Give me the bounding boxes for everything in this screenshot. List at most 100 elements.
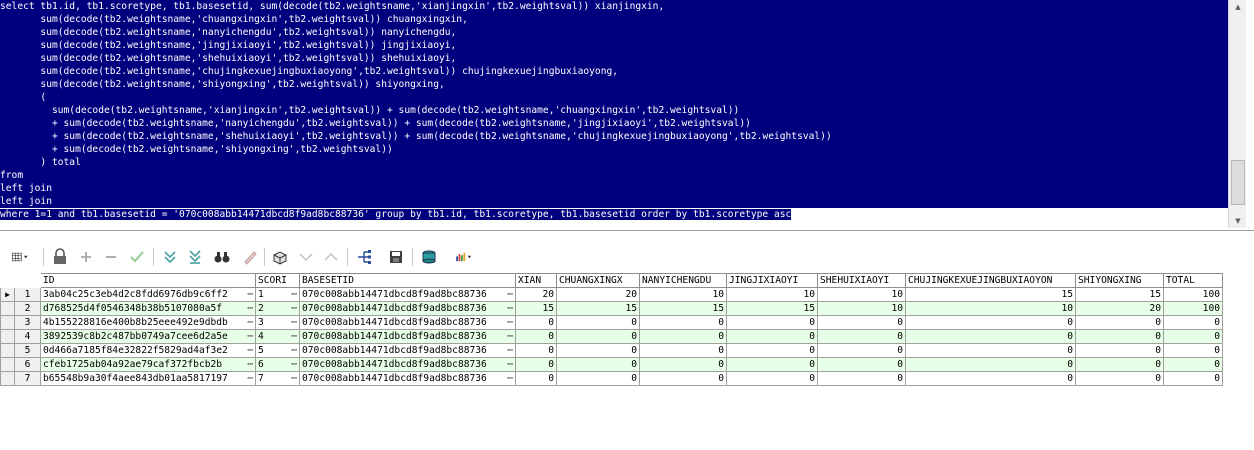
add-record-icon[interactable]: [76, 247, 96, 267]
cell-jingjixiaoyi[interactable]: 0: [726, 371, 818, 386]
column-header-chujingkexuejingbuxiaoyong[interactable]: CHUJINGKEXUEJINGBUXIAOYON: [905, 273, 1076, 288]
cell-shiyongxing[interactable]: 0: [1075, 357, 1164, 372]
table-row[interactable]: 6 ⋯ cfeb1725ab04a92ae79caf372fbcb2b ⋯ 6 ⋯ 070c…: [0, 357, 1223, 372]
table-row[interactable]: 5 ⋯ 0d466a7185f84e32822f5829ad4af3e2 ⋯ 5 ⋯ 070…: [0, 343, 1223, 358]
cell-chuangxingxin[interactable]: 0: [556, 357, 640, 372]
cell-edit-ellipsis-icon[interactable]: ⋯: [247, 373, 253, 385]
cell-nanyichengdu[interactable]: 0: [639, 329, 727, 344]
cell-chujingkexuejingbuxiaoyong[interactable]: 0: [905, 357, 1076, 372]
cell-edit-ellipsis-icon[interactable]: ⋯: [507, 317, 513, 329]
cell-shiyongxing[interactable]: 0: [1075, 329, 1164, 344]
cell-chujingkexuejingbuxiaoyong[interactable]: 0: [905, 343, 1076, 358]
cell-id[interactable]: ⋯ cfeb1725ab04a92ae79caf372fbcb2b: [40, 357, 256, 372]
cell-chuangxingxin[interactable]: 15: [556, 301, 640, 316]
cell-basesetid[interactable]: ⋯ 070c008abb14471dbcd8f9ad8bc88736: [299, 287, 516, 302]
row-indicator[interactable]: [0, 329, 15, 344]
cell-xianjingxin[interactable]: 0: [515, 371, 557, 386]
cell-shehuixiaoyi[interactable]: 0: [817, 371, 906, 386]
table-row[interactable]: 3 ⋯ 4b155228816e400b8b25eee492e9dbdb ⋯ 3 ⋯ 070…: [0, 315, 1223, 330]
cell-shiyongxing[interactable]: 15: [1075, 287, 1164, 302]
cell-chujingkexuejingbuxiaoyong[interactable]: 15: [905, 287, 1076, 302]
cell-edit-ellipsis-icon[interactable]: ⋯: [247, 303, 253, 315]
cell-shiyongxing[interactable]: 0: [1075, 315, 1164, 330]
cell-basesetid[interactable]: ⋯ 070c008abb14471dbcd8f9ad8bc88736: [299, 343, 516, 358]
cell-edit-ellipsis-icon[interactable]: ⋯: [247, 345, 253, 357]
save-icon[interactable]: [386, 247, 406, 267]
cell-edit-ellipsis-icon[interactable]: ⋯: [507, 373, 513, 385]
cell-total[interactable]: 0: [1163, 329, 1223, 344]
table-row[interactable]: ▶ 1 ⋯ 3ab04c25c3eb4d2c8fdd6976db9c6ff2 ⋯ 1 ⋯ 07…: [0, 287, 1223, 302]
row-indicator[interactable]: [0, 343, 15, 358]
cell-id[interactable]: ⋯ d768525d4f0546348b38b5107080a5f: [40, 301, 256, 316]
cell-nanyichengdu[interactable]: 0: [639, 315, 727, 330]
cell-nanyichengdu[interactable]: 0: [639, 371, 727, 386]
cell-edit-ellipsis-icon[interactable]: ⋯: [507, 303, 513, 315]
cell-scoretype[interactable]: ⋯ 7: [255, 371, 300, 386]
cell-jingjixiaoyi[interactable]: 10: [726, 287, 818, 302]
column-header-shehuixiaoyi[interactable]: SHEHUIXIAOYI: [817, 273, 906, 288]
cell-total[interactable]: 0: [1163, 371, 1223, 386]
export-icon[interactable]: [354, 247, 374, 267]
query-by-example-icon[interactable]: [270, 247, 290, 267]
cell-shehuixiaoyi[interactable]: 0: [817, 315, 906, 330]
cell-edit-ellipsis-icon[interactable]: ⋯: [291, 359, 297, 371]
cell-id[interactable]: ⋯ b65548b9a30f4aee843db01aa5817197: [40, 371, 256, 386]
cell-xianjingxin[interactable]: 15: [515, 301, 557, 316]
row-indicator[interactable]: [0, 315, 15, 330]
cell-shehuixiaoyi[interactable]: 0: [817, 357, 906, 372]
chart-icon[interactable]: [447, 247, 481, 267]
cell-id[interactable]: ⋯ 0d466a7185f84e32822f5829ad4af3e2: [40, 343, 256, 358]
cell-edit-ellipsis-icon[interactable]: ⋯: [291, 289, 297, 301]
cell-scoretype[interactable]: ⋯ 2: [255, 301, 300, 316]
cell-edit-ellipsis-icon[interactable]: ⋯: [291, 345, 297, 357]
cell-jingjixiaoyi[interactable]: 15: [726, 301, 818, 316]
cell-shehuixiaoyi[interactable]: 0: [817, 343, 906, 358]
cell-chuangxingxin[interactable]: 0: [556, 343, 640, 358]
cell-edit-ellipsis-icon[interactable]: ⋯: [507, 331, 513, 343]
cell-id[interactable]: ⋯ 3ab04c25c3eb4d2c8fdd6976db9c6ff2: [40, 287, 256, 302]
table-row[interactable]: 7 ⋯ b65548b9a30f4aee843db01aa5817197 ⋯ 7 ⋯ 070…: [0, 371, 1223, 386]
column-header-nanyichengdu[interactable]: NANYICHENGDU: [639, 273, 727, 288]
editor-vertical-scrollbar[interactable]: ▲ ▼: [1228, 0, 1246, 228]
cell-scoretype[interactable]: ⋯ 1: [255, 287, 300, 302]
row-indicator[interactable]: [0, 357, 15, 372]
cell-chujingkexuejingbuxiaoyong[interactable]: 0: [905, 315, 1076, 330]
lock-icon[interactable]: [50, 247, 70, 267]
cell-shiyongxing[interactable]: 0: [1075, 343, 1164, 358]
cell-shehuixiaoyi[interactable]: 0: [817, 329, 906, 344]
scroll-up-icon[interactable]: ▲: [1229, 0, 1247, 14]
cell-shehuixiaoyi[interactable]: 10: [817, 287, 906, 302]
cell-chujingkexuejingbuxiaoyong[interactable]: 0: [905, 329, 1076, 344]
column-header-basesetid[interactable]: BASESETID: [299, 273, 516, 288]
column-header-jingjixiaoyi[interactable]: JINGJIXIAOYI: [726, 273, 818, 288]
cell-id[interactable]: ⋯ 3892539c8b2c487bb0749a7cee6d2a5e: [40, 329, 256, 344]
cell-basesetid[interactable]: ⋯ 070c008abb14471dbcd8f9ad8bc88736: [299, 315, 516, 330]
find-icon[interactable]: [212, 247, 232, 267]
cell-shiyongxing[interactable]: 20: [1075, 301, 1164, 316]
cell-chuangxingxin[interactable]: 0: [556, 329, 640, 344]
cell-xianjingxin[interactable]: 0: [515, 343, 557, 358]
cell-edit-ellipsis-icon[interactable]: ⋯: [291, 331, 297, 343]
cell-scoretype[interactable]: ⋯ 4: [255, 329, 300, 344]
post-changes-icon[interactable]: [127, 247, 147, 267]
cell-shehuixiaoyi[interactable]: 10: [817, 301, 906, 316]
cell-chuangxingxin[interactable]: 0: [556, 371, 640, 386]
cell-edit-ellipsis-icon[interactable]: ⋯: [247, 359, 253, 371]
cell-edit-ellipsis-icon[interactable]: ⋯: [291, 317, 297, 329]
cell-edit-ellipsis-icon[interactable]: ⋯: [507, 359, 513, 371]
fetch-next-icon[interactable]: [160, 247, 180, 267]
cell-xianjingxin[interactable]: 0: [515, 357, 557, 372]
previous-record-icon[interactable]: [296, 247, 316, 267]
column-header-scoretype[interactable]: SCORI: [255, 273, 300, 288]
results-grid[interactable]: ID SCORI BASESETID XIAN CHUANGXINGX NANY…: [0, 273, 1223, 386]
scrollbar-thumb[interactable]: [1231, 160, 1245, 205]
sql-editor[interactable]: select tb1.id, tb1.scoretype, tb1.basese…: [0, 0, 1228, 228]
cell-total[interactable]: 100: [1163, 287, 1223, 302]
cell-jingjixiaoyi[interactable]: 0: [726, 329, 818, 344]
cell-xianjingxin[interactable]: 0: [515, 315, 557, 330]
column-header-total[interactable]: TOTAL: [1163, 273, 1223, 288]
column-header-chuangxingxin[interactable]: CHUANGXINGX: [556, 273, 640, 288]
cell-nanyichengdu[interactable]: 0: [639, 343, 727, 358]
column-header-xianjingxin[interactable]: XIAN: [515, 273, 557, 288]
cell-basesetid[interactable]: ⋯ 070c008abb14471dbcd8f9ad8bc88736: [299, 357, 516, 372]
